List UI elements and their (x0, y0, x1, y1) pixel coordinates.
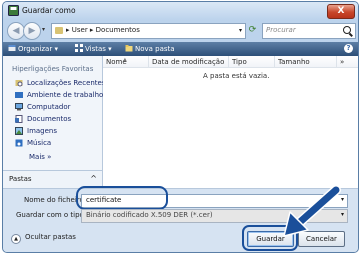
save-dialog-icon (8, 5, 19, 16)
favorites-heading: Hiperligações Favoritas (12, 65, 94, 73)
chevron-down-icon[interactable]: ▾ (239, 27, 242, 34)
sidebar-item-label: Imagens (27, 127, 58, 135)
desktop-icon (15, 92, 23, 98)
address-bar[interactable]: ▸ User ▸ Documentos ▾ (51, 23, 246, 39)
views-label: Vistas ▾ (85, 45, 112, 53)
sidebar-item-label: Ambiente de trabalho (27, 91, 104, 99)
column-label: Tamanho (278, 58, 310, 66)
views-menu[interactable]: Vistas ▾ (75, 44, 112, 53)
chevron-up-icon: ▲ (11, 234, 21, 244)
command-toolbar: Organizar ▾ Vistas ▾ Nova pasta ? (3, 42, 358, 56)
views-icon (75, 44, 83, 52)
file-type-label: Guardar com o tipo: (16, 211, 87, 219)
organize-menu[interactable]: Organizar ▾ (8, 44, 58, 53)
more-columns-button[interactable]: » (337, 56, 358, 68)
column-header-type[interactable]: Tipo (229, 56, 275, 68)
recent-pages-dropdown-icon[interactable]: ▾ (42, 26, 45, 33)
address-row: ◀ ▶ ▾ ▸ User ▸ Documentos ▾ ⟳ Procurar (3, 20, 358, 42)
file-type-value: Binário codificado X.509 DER (*.cer) (86, 211, 213, 219)
pictures-icon (15, 127, 23, 135)
sort-arrow-icon: ▲ (123, 57, 127, 63)
filename-highlight (76, 186, 168, 210)
refresh-icon[interactable]: ⟳ (246, 24, 259, 37)
column-label: Data de modificação (152, 58, 225, 66)
search-icon[interactable] (343, 26, 351, 34)
recent-places-icon (15, 80, 23, 87)
computer-icon (15, 103, 23, 111)
column-header-name[interactable]: ▲ Nome (103, 56, 149, 68)
search-placeholder: Procurar (266, 26, 296, 34)
column-label: Tipo (232, 58, 247, 66)
hide-folders-button[interactable]: ▲ Ocultar pastas (11, 233, 76, 244)
help-icon[interactable]: ? (344, 44, 353, 53)
address-path: ▸ User ▸ Documentos (66, 26, 140, 34)
search-box[interactable]: Procurar (262, 23, 356, 39)
new-folder-button[interactable]: Nova pasta (125, 44, 175, 53)
empty-folder-message: A pasta está vazia. (203, 72, 270, 80)
sidebar-item-label: Localizações Recentes (27, 79, 106, 87)
sidebar-item-label: Documentos (27, 115, 72, 123)
column-header-size[interactable]: Tamanho (275, 56, 337, 68)
new-folder-icon (125, 45, 133, 52)
music-icon (15, 139, 23, 147)
sidebar-item-label: Computador (27, 103, 71, 111)
folder-icon (55, 27, 63, 34)
folders-label: Pastas (9, 175, 32, 183)
organize-icon (8, 45, 16, 51)
chevron-up-icon[interactable]: ^ (90, 174, 97, 183)
window-title: Guardar como (22, 6, 76, 15)
forward-button[interactable]: ▶ (23, 22, 41, 40)
navigation-pane: Hiperligações Favoritas Localizações Rec… (3, 56, 106, 170)
hide-folders-label: Ocultar pastas (25, 233, 76, 241)
new-folder-label: Nova pasta (135, 45, 175, 53)
sidebar-item-label: Música (27, 139, 52, 147)
file-list: ▲ Nome Data de modificação Tipo Tamanho »… (103, 56, 358, 188)
more-favorites-link[interactable]: Mais » (29, 153, 51, 161)
pointer-arrow-icon (283, 186, 341, 237)
column-label: » (340, 58, 345, 66)
organize-label: Organizar ▾ (18, 45, 58, 53)
documents-icon (15, 115, 23, 123)
title-bar: Guardar como X (3, 2, 358, 20)
close-button[interactable]: X (327, 4, 355, 19)
column-header-date[interactable]: Data de modificação (149, 56, 229, 68)
